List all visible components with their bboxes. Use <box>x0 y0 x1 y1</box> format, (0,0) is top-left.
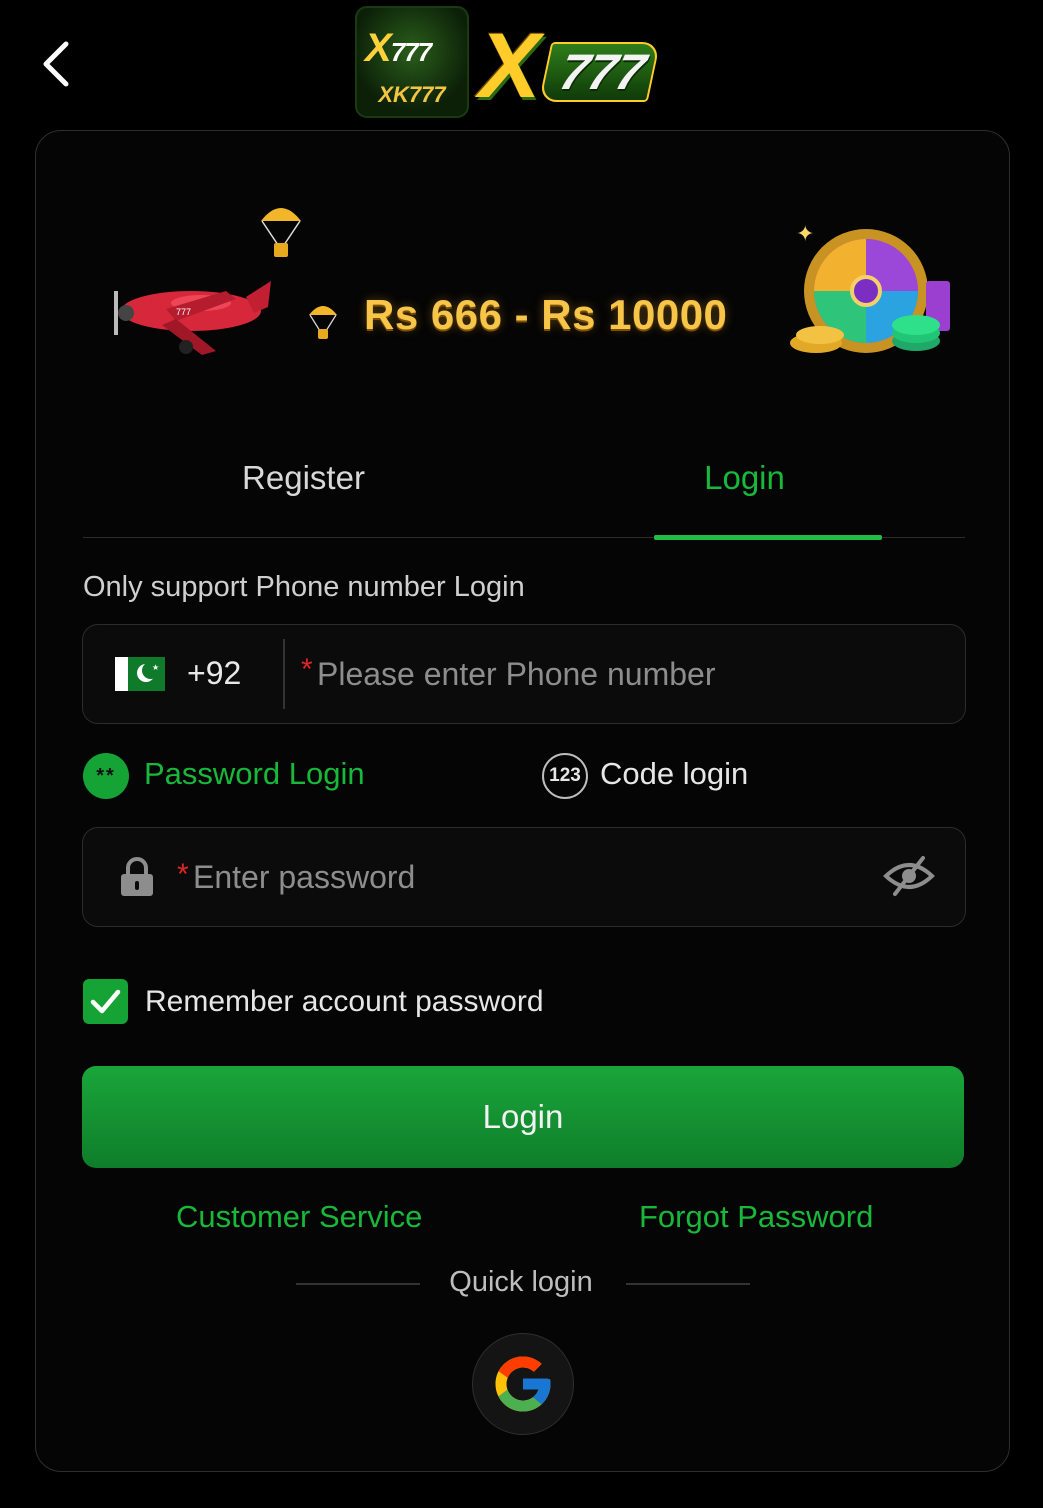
chevron-left-icon <box>43 41 69 87</box>
auth-tabs: Register Login <box>83 441 965 540</box>
customer-service-link[interactable]: Customer Service <box>176 1199 422 1235</box>
lock-icon <box>121 857 153 896</box>
quick-login-label: Quick login <box>449 1266 593 1298</box>
google-login-button[interactable] <box>472 1333 574 1435</box>
login-card: 777 Rs 666 - Rs 10000 ✦ Register Login O… <box>35 130 1010 1472</box>
svg-text:777: 777 <box>176 307 191 317</box>
parachute-icon <box>261 208 301 257</box>
airplane-icon: 777 <box>114 281 271 355</box>
checkmark-icon <box>90 989 121 1014</box>
brand-wordmark: X 777 <box>479 18 661 114</box>
app-icon-label: XK777 <box>378 82 446 107</box>
login-button[interactable]: Login <box>82 1066 964 1168</box>
phone-input[interactable] <box>317 625 937 723</box>
eye-hidden-icon[interactable] <box>883 854 935 898</box>
password-field: * <box>82 827 966 927</box>
required-marker: * <box>301 653 313 686</box>
promo-banner: 777 Rs 666 - Rs 10000 ✦ <box>96 191 956 391</box>
remember-label: Remember account password <box>145 985 544 1018</box>
app-icon: X777 XK777 <box>355 6 469 118</box>
password-input[interactable] <box>193 828 853 926</box>
phone-field: ★ +92 * <box>82 624 966 724</box>
country-code-selector[interactable]: +92 <box>187 655 241 692</box>
tab-login[interactable]: Login <box>524 459 965 497</box>
phone-field-divider <box>283 639 285 709</box>
code-login-label: Code login <box>600 756 749 791</box>
required-marker: * <box>177 858 189 891</box>
login-page: X777 XK777 X 777 777 Rs 666 - Rs 10000 ✦… <box>0 0 1043 1508</box>
password-login-label: Password Login <box>144 756 365 791</box>
numeric-code-icon: 123 <box>542 753 588 799</box>
prize-range-text: Rs 666 - Rs 10000 <box>364 291 728 338</box>
active-tab-indicator <box>654 535 882 540</box>
pakistan-flag-icon[interactable]: ★ <box>115 657 165 691</box>
google-icon <box>495 1356 551 1412</box>
login-hint: Only support Phone number Login <box>83 571 525 603</box>
prize-wheel-icon: ✦ <box>790 222 950 353</box>
remember-checkbox[interactable] <box>83 979 128 1024</box>
tab-register[interactable]: Register <box>83 459 524 497</box>
parachute-small-icon <box>309 306 337 339</box>
back-button[interactable] <box>34 36 82 92</box>
svg-text:✦: ✦ <box>796 222 814 247</box>
quick-login-divider-right <box>626 1283 750 1285</box>
password-asterisk-icon: ** <box>83 753 129 799</box>
quick-login-divider-left <box>296 1283 420 1285</box>
brand-logo: X777 XK777 X 777 <box>355 6 675 118</box>
forgot-password-link[interactable]: Forgot Password <box>639 1199 873 1235</box>
